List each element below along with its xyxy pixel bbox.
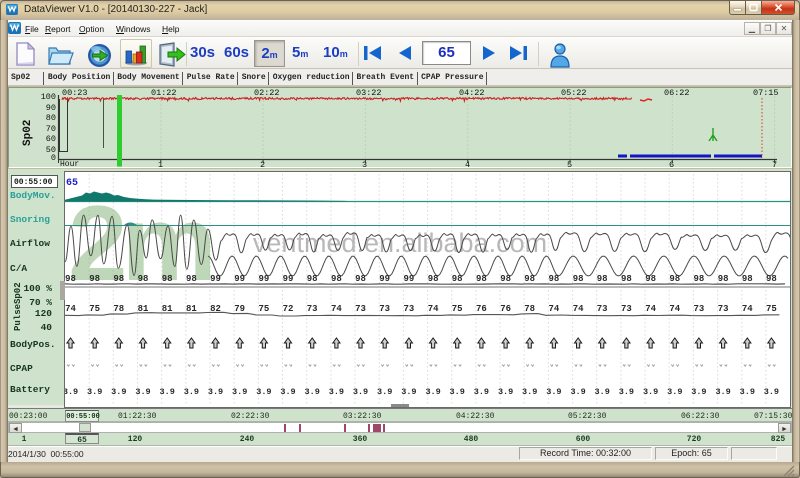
svg-text:98: 98 [476,274,487,284]
svg-text:78: 78 [524,304,535,314]
svg-text:3.9: 3.9 [377,387,392,397]
svg-text:3.9: 3.9 [450,387,465,397]
svg-text:99: 99 [283,274,294,284]
svg-text:75: 75 [452,304,463,314]
svg-text:74: 74 [548,304,559,314]
svg-text:3.9: 3.9 [63,387,78,397]
svg-text:99: 99 [258,274,269,284]
svg-text:74: 74 [573,304,584,314]
svg-text:3.9: 3.9 [546,387,561,397]
svg-text:99: 99 [210,274,221,284]
svg-text:75: 75 [766,304,777,314]
svg-text:99: 99 [234,274,245,284]
svg-text:98: 98 [573,274,584,284]
svg-text:73: 73 [693,304,704,314]
svg-text:3.9: 3.9 [160,387,175,397]
svg-text:65: 65 [66,178,78,189]
svg-text:3.9: 3.9 [570,387,585,397]
svg-text:73: 73 [379,304,390,314]
svg-text:3.9: 3.9 [425,387,440,397]
svg-text:98: 98 [113,274,124,284]
svg-text:98: 98 [669,274,680,284]
svg-text:73: 73 [621,304,632,314]
svg-text:3.9: 3.9 [305,387,320,397]
svg-text:74: 74 [645,304,656,314]
svg-text:75: 75 [258,304,269,314]
svg-text:99: 99 [379,274,390,284]
svg-text:3.9: 3.9 [232,387,247,397]
svg-text:98: 98 [766,274,777,284]
svg-text:3.9: 3.9 [522,387,537,397]
svg-text:3.9: 3.9 [474,387,489,397]
svg-text:ventmed.en.alibaba.com: ventmed.en.alibaba.com [253,228,547,258]
svg-text:98: 98 [500,274,511,284]
svg-text:98: 98 [355,274,366,284]
svg-text:76: 76 [476,304,487,314]
svg-text:3.9: 3.9 [498,387,513,397]
svg-text:3.9: 3.9 [740,387,755,397]
svg-text:3.9: 3.9 [401,387,416,397]
svg-text:75: 75 [89,304,100,314]
svg-text:98: 98 [693,274,704,284]
svg-text:99: 99 [403,274,414,284]
svg-text:3.9: 3.9 [691,387,706,397]
svg-text:3.9: 3.9 [643,387,658,397]
svg-text:98: 98 [65,274,76,284]
svg-text:98: 98 [524,274,535,284]
svg-text:98: 98 [742,274,753,284]
svg-text:79: 79 [234,304,245,314]
svg-text:73: 73 [307,304,318,314]
svg-text:72: 72 [283,304,294,314]
svg-text:3.9: 3.9 [667,387,682,397]
svg-text:73: 73 [597,304,608,314]
svg-text:3.9: 3.9 [208,387,223,397]
svg-text:98: 98 [597,274,608,284]
svg-text:3.9: 3.9 [353,387,368,397]
svg-text:73: 73 [718,304,729,314]
svg-text:3.9: 3.9 [595,387,610,397]
svg-text:3.9: 3.9 [715,387,730,397]
svg-text:74: 74 [65,304,76,314]
svg-text:3.9: 3.9 [619,387,634,397]
svg-text:3.9: 3.9 [135,387,150,397]
svg-text:78: 78 [113,304,124,314]
svg-text:98: 98 [718,274,729,284]
svg-text:98: 98 [645,274,656,284]
svg-text:73: 73 [403,304,414,314]
svg-text:74: 74 [669,304,680,314]
svg-text:76: 76 [500,304,511,314]
svg-text:3.9: 3.9 [111,387,126,397]
svg-text:98: 98 [621,274,632,284]
svg-text:98: 98 [452,274,463,284]
svg-text:3.9: 3.9 [764,387,779,397]
svg-text:98: 98 [138,274,149,284]
svg-text:3.9: 3.9 [256,387,271,397]
svg-text:98: 98 [307,274,318,284]
svg-text:98: 98 [162,274,173,284]
svg-text:3.9: 3.9 [87,387,102,397]
svg-text:3.9: 3.9 [280,387,295,397]
svg-text:74: 74 [742,304,753,314]
svg-text:98: 98 [331,274,342,284]
svg-text:74: 74 [428,304,439,314]
svg-text:98: 98 [89,274,100,284]
svg-text:3.9: 3.9 [329,387,344,397]
svg-text:98: 98 [548,274,559,284]
svg-text:73: 73 [355,304,366,314]
svg-text:98: 98 [428,274,439,284]
svg-text:98: 98 [186,274,197,284]
svg-text:74: 74 [331,304,342,314]
svg-text:3.9: 3.9 [184,387,199,397]
